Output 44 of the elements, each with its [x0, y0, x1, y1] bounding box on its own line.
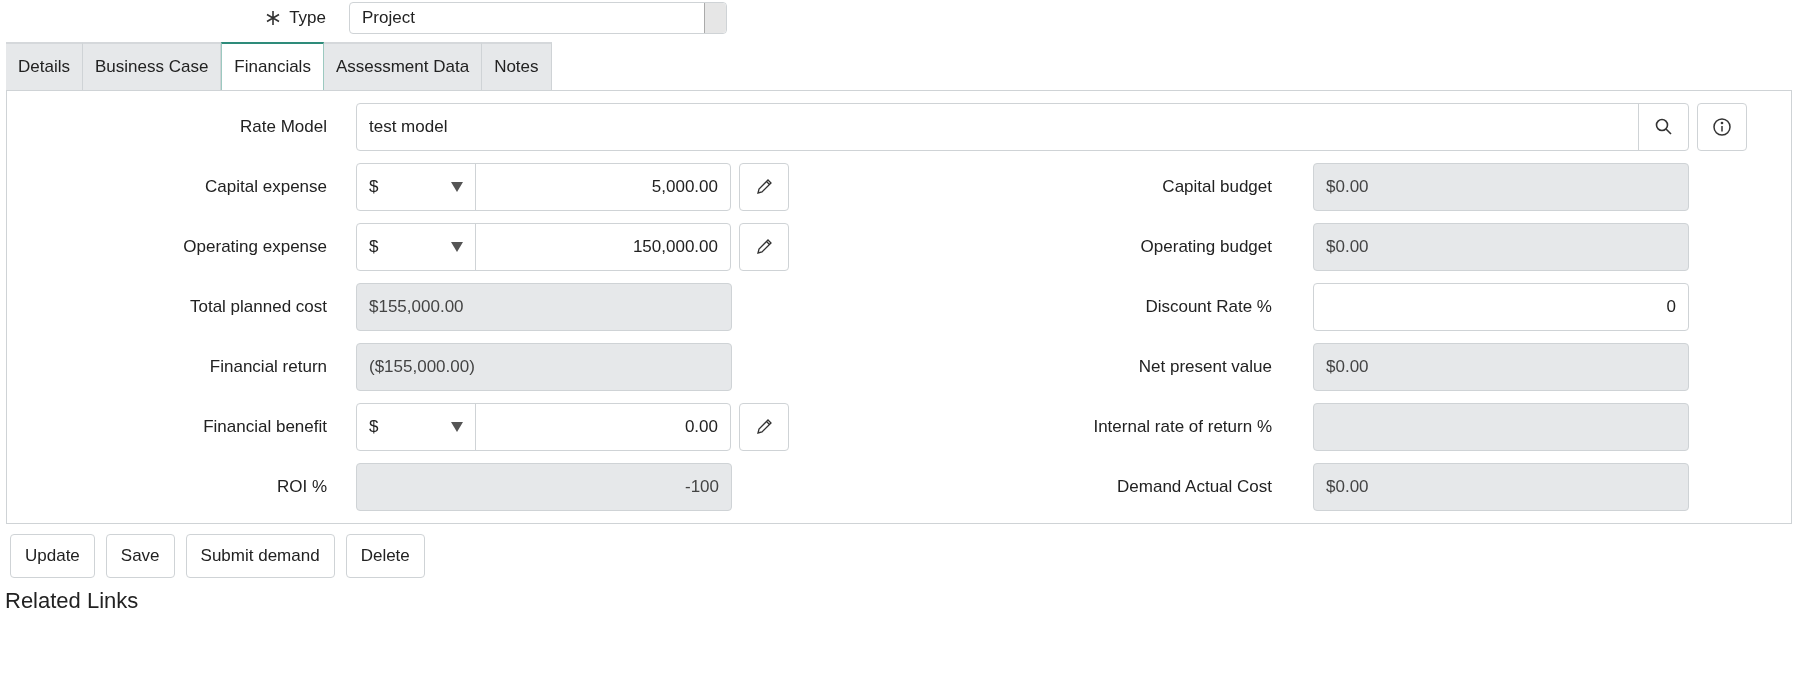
- form-button[interactable]: Update: [10, 534, 95, 578]
- form-button[interactable]: Submit demand: [185, 534, 335, 578]
- form-button[interactable]: Save: [105, 534, 175, 578]
- tab[interactable]: Notes: [482, 42, 552, 90]
- edit-button[interactable]: [739, 223, 789, 271]
- field-label: Financial benefit: [202, 416, 327, 439]
- readonly-field: -100: [356, 463, 732, 511]
- field-label: Demand Actual Cost: [1116, 476, 1272, 499]
- tab[interactable]: Business Case: [82, 42, 222, 90]
- field-label: Total planned cost: [188, 296, 327, 319]
- tab[interactable]: Financials: [221, 42, 324, 90]
- tab[interactable]: Assessment Data: [323, 42, 483, 90]
- field-label: Net present value: [1137, 356, 1272, 379]
- readonly-field: $0.00: [1313, 343, 1689, 391]
- field-label: Capital expense: [204, 176, 327, 199]
- readonly-field: ($155,000.00): [356, 343, 732, 391]
- readonly-field: $0.00: [1313, 463, 1689, 511]
- input-field[interactable]: 0: [1313, 283, 1689, 331]
- field-label: ROI %: [275, 476, 327, 499]
- info-icon: [1712, 117, 1732, 137]
- field-label: Operating budget: [1139, 236, 1272, 259]
- field-label: Capital budget: [1161, 176, 1272, 199]
- field-label: Rate Model: [239, 116, 327, 139]
- search-icon: [1653, 117, 1674, 137]
- reference-field[interactable]: test model: [356, 103, 1689, 151]
- edit-button[interactable]: [739, 163, 789, 211]
- select-handle[interactable]: [704, 3, 726, 33]
- field-label: Type: [289, 7, 326, 30]
- tab[interactable]: Details: [6, 42, 83, 90]
- pencil-icon: [755, 178, 773, 196]
- field-label: Discount Rate %: [1144, 296, 1272, 319]
- readonly-field: $0.00: [1313, 163, 1689, 211]
- section-heading: Related Links: [5, 587, 140, 615]
- field-label: Internal rate of return %: [1092, 416, 1272, 439]
- edit-button[interactable]: [739, 403, 789, 451]
- pencil-icon: [755, 418, 773, 436]
- field-label: Operating expense: [182, 236, 327, 259]
- readonly-field: $155,000.00: [356, 283, 732, 331]
- pencil-icon: [755, 238, 773, 256]
- field-label: Financial return: [208, 356, 327, 379]
- type-select[interactable]: Project: [349, 2, 727, 34]
- info-button[interactable]: [1697, 103, 1747, 151]
- form-button[interactable]: Delete: [345, 534, 425, 578]
- readonly-field: $0.00: [1313, 223, 1689, 271]
